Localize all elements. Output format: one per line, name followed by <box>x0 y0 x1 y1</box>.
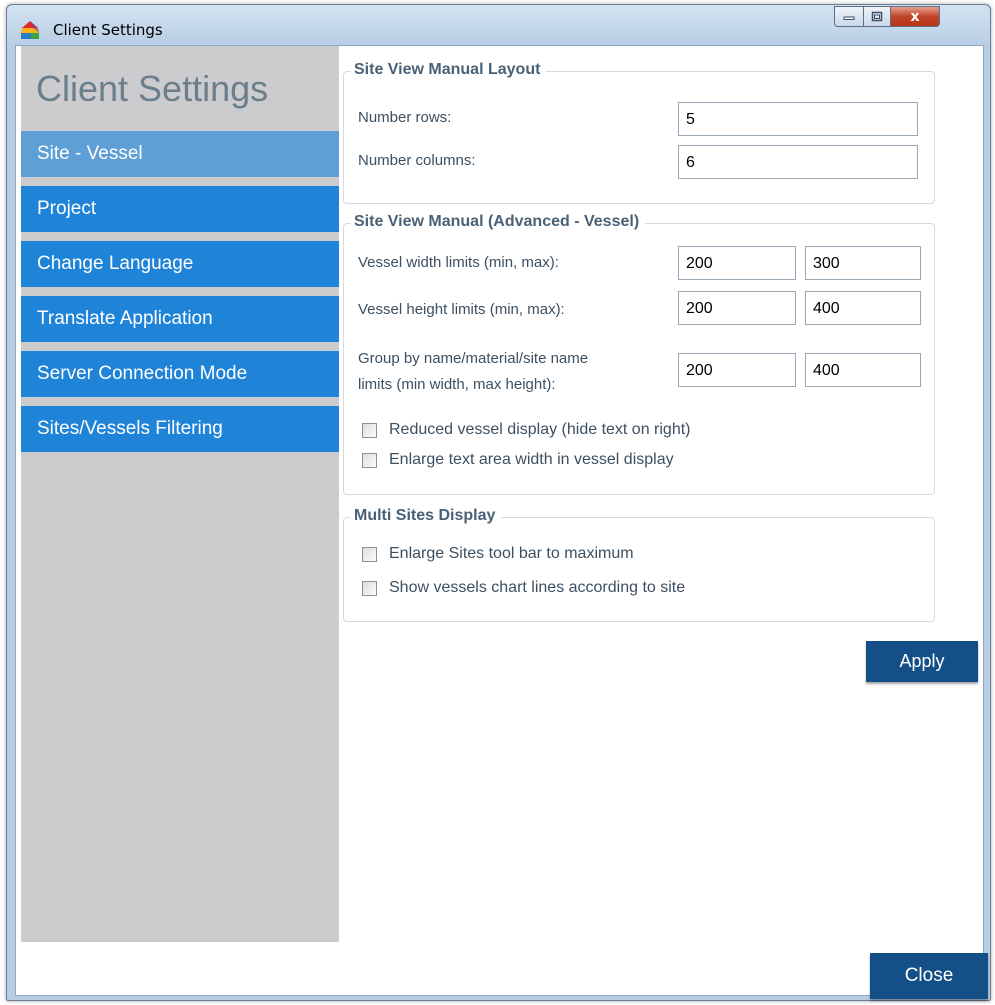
multi-sites-title: Multi Sites Display <box>350 507 502 525</box>
reduced-display-label: Reduced vessel display (hide text on rig… <box>389 421 691 438</box>
enlarge-toolbar-checkbox[interactable] <box>362 546 377 562</box>
reduced-display-option[interactable]: Reduced vessel display (hide text on rig… <box>362 420 691 440</box>
vessel-width-max-input[interactable]: 300 <box>805 246 921 280</box>
sidebar: Client Settings Site - Vessel Project Ch… <box>21 46 339 942</box>
columns-input[interactable]: 6 <box>678 145 918 179</box>
enlarge-text-label: Enlarge text area width in vessel displa… <box>389 451 674 468</box>
reduced-display-checkbox[interactable] <box>362 422 377 438</box>
sidebar-item-site-vessel[interactable]: Site - Vessel <box>21 131 339 177</box>
group-min-width-input[interactable]: 200 <box>678 353 796 387</box>
minimize-icon <box>843 16 855 20</box>
vessel-height-max-input[interactable]: 400 <box>805 291 921 325</box>
title-bar[interactable]: Client Settings x <box>7 5 990 45</box>
group-limits-label-line2: limits (min width, max height): <box>358 376 556 393</box>
sidebar-item-change-language[interactable]: Change Language <box>21 241 339 287</box>
rows-label: Number rows: <box>358 109 452 126</box>
group-limits-label-line1: Group by name/material/site name <box>358 350 589 367</box>
restore-icon <box>871 11 883 22</box>
columns-label: Number columns: <box>358 152 476 169</box>
show-chart-lines-label: Show vessels chart lines according to si… <box>389 579 686 596</box>
close-window-button[interactable]: x <box>890 6 940 27</box>
enlarge-toolbar-label: Enlarge Sites tool bar to maximum <box>389 545 634 562</box>
enlarge-text-checkbox[interactable] <box>362 452 377 468</box>
sidebar-item-server-connection-mode[interactable]: Server Connection Mode <box>21 351 339 397</box>
apply-button[interactable]: Apply <box>866 641 978 682</box>
rows-input[interactable]: 5 <box>678 102 918 136</box>
group-max-height-input[interactable]: 400 <box>805 353 921 387</box>
sidebar-item-sites-vessels-filtering[interactable]: Sites/Vessels Filtering <box>21 406 339 452</box>
vessel-height-min-input[interactable]: 200 <box>678 291 796 325</box>
multi-sites-group: Multi Sites Display Enlarge Sites tool b… <box>343 507 935 622</box>
manual-layout-title: Site View Manual Layout <box>350 61 547 79</box>
maximize-button[interactable] <box>863 6 891 27</box>
app-logo-icon <box>21 21 39 39</box>
vessel-width-min-input[interactable]: 200 <box>678 246 796 280</box>
enlarge-toolbar-option[interactable]: Enlarge Sites tool bar to maximum <box>362 544 634 564</box>
sidebar-title: Client Settings <box>36 68 269 109</box>
show-chart-lines-checkbox[interactable] <box>362 580 377 596</box>
advanced-title: Site View Manual (Advanced - Vessel) <box>350 213 646 231</box>
sidebar-item-translate-application[interactable]: Translate Application <box>21 296 339 342</box>
client-area: Client Settings Site - Vessel Project Ch… <box>15 45 988 999</box>
show-chart-lines-option[interactable]: Show vessels chart lines according to si… <box>362 578 685 598</box>
close-button[interactable]: Close <box>870 953 988 999</box>
sidebar-item-project[interactable]: Project <box>21 186 339 232</box>
advanced-group: Site View Manual (Advanced - Vessel) Ves… <box>343 213 935 495</box>
client-settings-window: Client Settings x Client Settings Site -… <box>6 4 991 1001</box>
enlarge-text-option[interactable]: Enlarge text area width in vessel displa… <box>362 450 674 470</box>
minimize-button[interactable] <box>834 6 864 27</box>
manual-layout-group: Site View Manual Layout Number rows: 5 N… <box>343 61 935 204</box>
close-icon: x <box>910 8 920 25</box>
window-title: Client Settings <box>53 21 163 39</box>
vessel-height-label: Vessel height limits (min, max): <box>358 301 565 318</box>
vessel-width-label: Vessel width limits (min, max): <box>358 254 559 271</box>
